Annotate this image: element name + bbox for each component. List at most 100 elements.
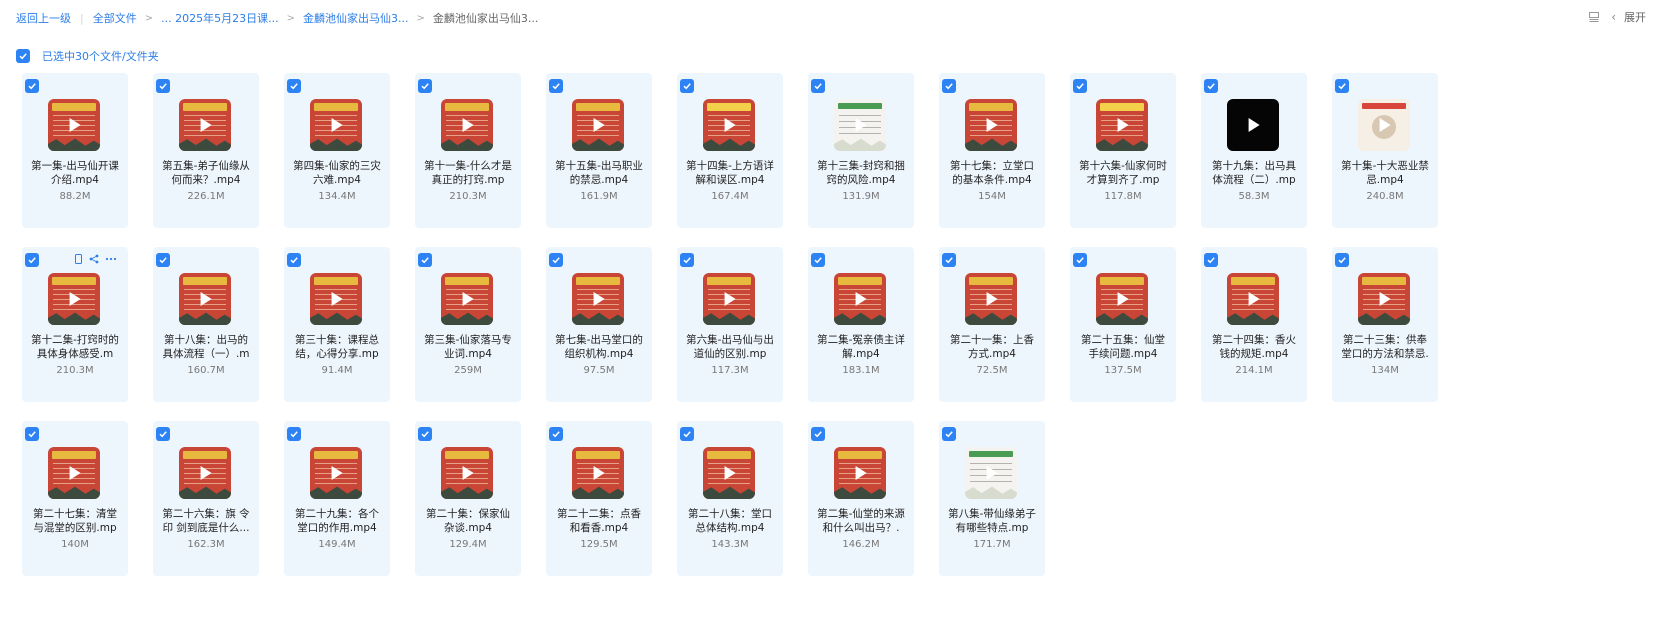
file-name[interactable]: 第二十二集：点香和看香.mp4	[552, 507, 646, 535]
file-checkbox[interactable]	[1204, 79, 1218, 93]
file-name[interactable]: 第二十一集：上香方式.mp4	[945, 333, 1039, 361]
file-tile[interactable]: 第二十五集：仙堂手续问题.mp4 137.5M	[1070, 247, 1176, 402]
video-thumbnail[interactable]	[703, 273, 755, 325]
file-tile[interactable]: 第八集-带仙缘弟子有哪些特点.mp 171.7M	[939, 421, 1045, 576]
file-name[interactable]: 第十九集：出马具体流程（二）.mp	[1207, 159, 1301, 187]
file-name[interactable]: 第十五集-出马职业的禁忌.mp4	[552, 159, 646, 187]
file-checkbox[interactable]	[418, 253, 432, 267]
file-checkbox[interactable]	[942, 79, 956, 93]
video-thumbnail[interactable]	[441, 99, 493, 151]
file-tile[interactable]: 第二十七集：清堂与混堂的区别.mp 140M	[22, 421, 128, 576]
video-thumbnail[interactable]	[310, 99, 362, 151]
file-checkbox[interactable]	[680, 79, 694, 93]
file-name[interactable]: 第二集-冤亲债主详解.mp4	[814, 333, 908, 361]
file-checkbox[interactable]	[156, 79, 170, 93]
video-thumbnail[interactable]	[48, 447, 100, 499]
file-checkbox[interactable]	[680, 253, 694, 267]
phone-icon[interactable]	[74, 254, 83, 267]
more-icon[interactable]	[105, 254, 117, 267]
file-name[interactable]: 第十二集-打窍时的具体身体感受.m	[28, 333, 122, 361]
video-thumbnail[interactable]	[965, 273, 1017, 325]
file-checkbox[interactable]	[418, 427, 432, 441]
file-tile[interactable]: 第三集-仙家落马专业词.mp4 259M	[415, 247, 521, 402]
file-tile[interactable]: 第十集-十大恶业禁忌.mp4 240.8M	[1332, 73, 1438, 228]
video-thumbnail[interactable]	[179, 273, 231, 325]
file-checkbox[interactable]	[418, 79, 432, 93]
breadcrumb-item-course-folder[interactable]: ... 2025年5月23日课...	[161, 10, 278, 26]
file-name[interactable]: 第八集-带仙缘弟子有哪些特点.mp	[945, 507, 1039, 535]
video-thumbnail[interactable]	[441, 273, 493, 325]
video-thumbnail[interactable]	[1227, 273, 1279, 325]
file-tile[interactable]: 第五集-弟子仙缘从何而来？.mp4 226.1M	[153, 73, 259, 228]
file-name[interactable]: 第三十集：课程总结，心得分享.mp	[290, 333, 384, 361]
breadcrumb-item-all-files[interactable]: 全部文件	[93, 10, 137, 26]
video-thumbnail[interactable]	[703, 447, 755, 499]
file-tile[interactable]: 第十一集-什么才是真正的打窍.mp 210.3M	[415, 73, 521, 228]
list-view-icon[interactable]	[1587, 10, 1601, 24]
file-tile[interactable]: 第二集-冤亲债主详解.mp4 183.1M	[808, 247, 914, 402]
video-thumbnail[interactable]	[965, 447, 1017, 499]
file-tile[interactable]: 第二十三集：供奉堂口的方法和禁忌. 134M	[1332, 247, 1438, 402]
file-checkbox[interactable]	[25, 79, 39, 93]
back-link[interactable]: 返回上一级	[16, 10, 71, 26]
video-thumbnail[interactable]	[1227, 99, 1279, 151]
video-thumbnail[interactable]	[310, 447, 362, 499]
file-name[interactable]: 第四集-仙家的三灾六难.mp4	[290, 159, 384, 187]
file-checkbox[interactable]	[1073, 253, 1087, 267]
file-name[interactable]: 第六集-出马仙与出道仙的区别.mp	[683, 333, 777, 361]
file-name[interactable]: 第二十五集：仙堂手续问题.mp4	[1076, 333, 1170, 361]
video-thumbnail[interactable]	[48, 273, 100, 325]
file-checkbox[interactable]	[287, 79, 301, 93]
video-thumbnail[interactable]	[703, 99, 755, 151]
file-checkbox[interactable]	[156, 253, 170, 267]
video-thumbnail[interactable]	[834, 273, 886, 325]
file-name[interactable]: 第十四集-上方语详解和误区.mp4	[683, 159, 777, 187]
file-name[interactable]: 第七集-出马堂口的组织机构.mp4	[552, 333, 646, 361]
file-checkbox[interactable]	[25, 427, 39, 441]
file-tile[interactable]: 第二十九集：各个堂口的作用.mp4 149.4M	[284, 421, 390, 576]
file-name[interactable]: 第一集-出马仙开课介绍.mp4	[28, 159, 122, 187]
file-tile[interactable]: 第六集-出马仙与出道仙的区别.mp 117.3M	[677, 247, 783, 402]
share-icon[interactable]	[89, 254, 99, 267]
video-thumbnail[interactable]	[179, 447, 231, 499]
file-tile[interactable]: 第二十二集：点香和看香.mp4 129.5M	[546, 421, 652, 576]
file-checkbox[interactable]	[1073, 79, 1087, 93]
file-tile[interactable]: 第二十集：保家仙杂谈.mp4 129.4M	[415, 421, 521, 576]
video-thumbnail[interactable]	[572, 99, 624, 151]
video-thumbnail[interactable]	[1096, 273, 1148, 325]
video-thumbnail[interactable]	[834, 447, 886, 499]
file-checkbox[interactable]	[942, 253, 956, 267]
file-tile[interactable]: 第四集-仙家的三灾六难.mp4 134.4M	[284, 73, 390, 228]
file-name[interactable]: 第二十三集：供奉堂口的方法和禁忌.	[1338, 333, 1432, 361]
file-tile[interactable]: 第二十八集：堂口总体结构.mp4 143.3M	[677, 421, 783, 576]
file-tile[interactable]: 第十四集-上方语详解和误区.mp4 167.4M	[677, 73, 783, 228]
video-thumbnail[interactable]	[310, 273, 362, 325]
file-checkbox[interactable]	[549, 79, 563, 93]
file-checkbox[interactable]	[549, 427, 563, 441]
file-name[interactable]: 第二十六集：旗 令印 剑到底是什么...	[159, 507, 253, 535]
file-name[interactable]: 第二十集：保家仙杂谈.mp4	[421, 507, 515, 535]
file-checkbox[interactable]	[811, 79, 825, 93]
file-tile[interactable]: 第十三集-封窍和捆窍的风险.mp4 131.9M	[808, 73, 914, 228]
file-name[interactable]: 第十集-十大恶业禁忌.mp4	[1338, 159, 1432, 187]
file-tile[interactable]: 第三十集：课程总结，心得分享.mp 91.4M	[284, 247, 390, 402]
file-checkbox[interactable]	[549, 253, 563, 267]
file-checkbox[interactable]	[156, 427, 170, 441]
file-tile[interactable]: 第十八集：出马的具体流程（一）.m 160.7M	[153, 247, 259, 402]
file-tile[interactable]: 第二十一集：上香方式.mp4 72.5M	[939, 247, 1045, 402]
file-name[interactable]: 第二集-仙堂的来源和什么叫出马？.	[814, 507, 908, 535]
file-checkbox[interactable]	[287, 253, 301, 267]
file-tile[interactable]: 第十二集-打窍时的具体身体感受.m 210.3M	[22, 247, 128, 402]
video-thumbnail[interactable]	[834, 99, 886, 151]
file-tile[interactable]: 第二集-仙堂的来源和什么叫出马？. 146.2M	[808, 421, 914, 576]
file-tile[interactable]: 第十七集：立堂口的基本条件.mp4 154M	[939, 73, 1045, 228]
video-thumbnail[interactable]	[179, 99, 231, 151]
expand-button[interactable]: 展开	[1624, 9, 1646, 25]
file-name[interactable]: 第十一集-什么才是真正的打窍.mp	[421, 159, 515, 187]
file-checkbox[interactable]	[942, 427, 956, 441]
file-tile[interactable]: 第一集-出马仙开课介绍.mp4 88.2M	[22, 73, 128, 228]
file-tile[interactable]: 第七集-出马堂口的组织机构.mp4 97.5M	[546, 247, 652, 402]
file-tile[interactable]: 第二十四集：香火钱的规矩.mp4 214.1M	[1201, 247, 1307, 402]
video-thumbnail[interactable]	[441, 447, 493, 499]
file-name[interactable]: 第十八集：出马的具体流程（一）.m	[159, 333, 253, 361]
